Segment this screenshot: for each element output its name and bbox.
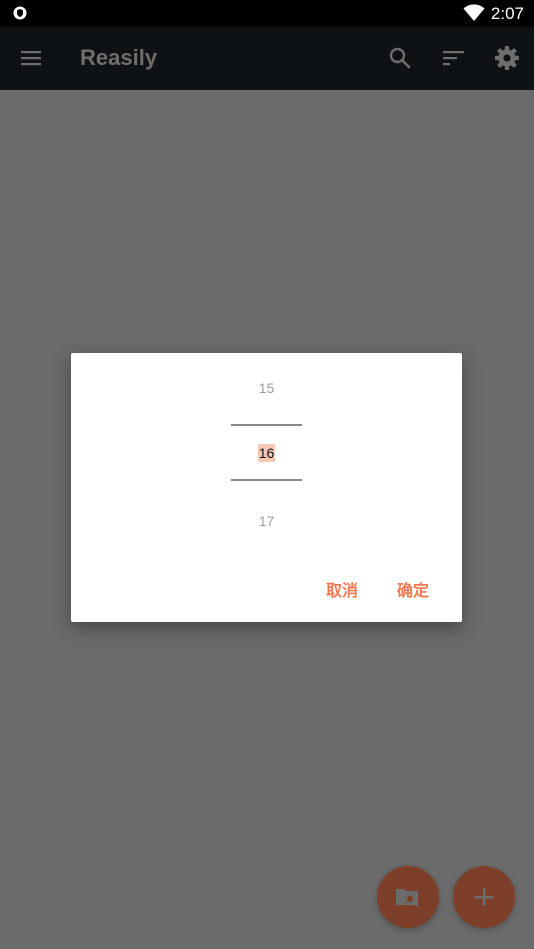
picker-item-below[interactable]: 17 [71,513,462,529]
app-bar: Reasily [0,27,534,90]
search-icon[interactable] [388,46,412,75]
shield-icon [13,6,27,25]
picker-divider-top [231,424,302,426]
sort-icon[interactable] [442,48,466,73]
status-time: 2:07 [490,4,524,23]
plus-icon [475,888,493,906]
number-picker-dialog: 15 16 17 取消 确定 [71,353,462,622]
add-fab[interactable] [453,866,515,928]
picker-item-selected[interactable]: 16 [71,444,462,463]
picker-selected-value[interactable]: 16 [257,444,276,462]
folder-search-icon [396,889,418,907]
picker-item-above[interactable]: 15 [71,380,462,396]
status-bar: 2:07 [0,0,534,27]
cancel-button[interactable]: 取消 [326,577,358,601]
wifi-icon [463,4,485,27]
menu-icon[interactable] [20,47,42,74]
ok-button[interactable]: 确定 [397,577,429,601]
gear-icon[interactable] [494,45,520,76]
picker-divider-bottom [231,479,302,481]
app-title: Reasily [80,45,158,70]
folder-search-fab[interactable] [377,866,439,928]
